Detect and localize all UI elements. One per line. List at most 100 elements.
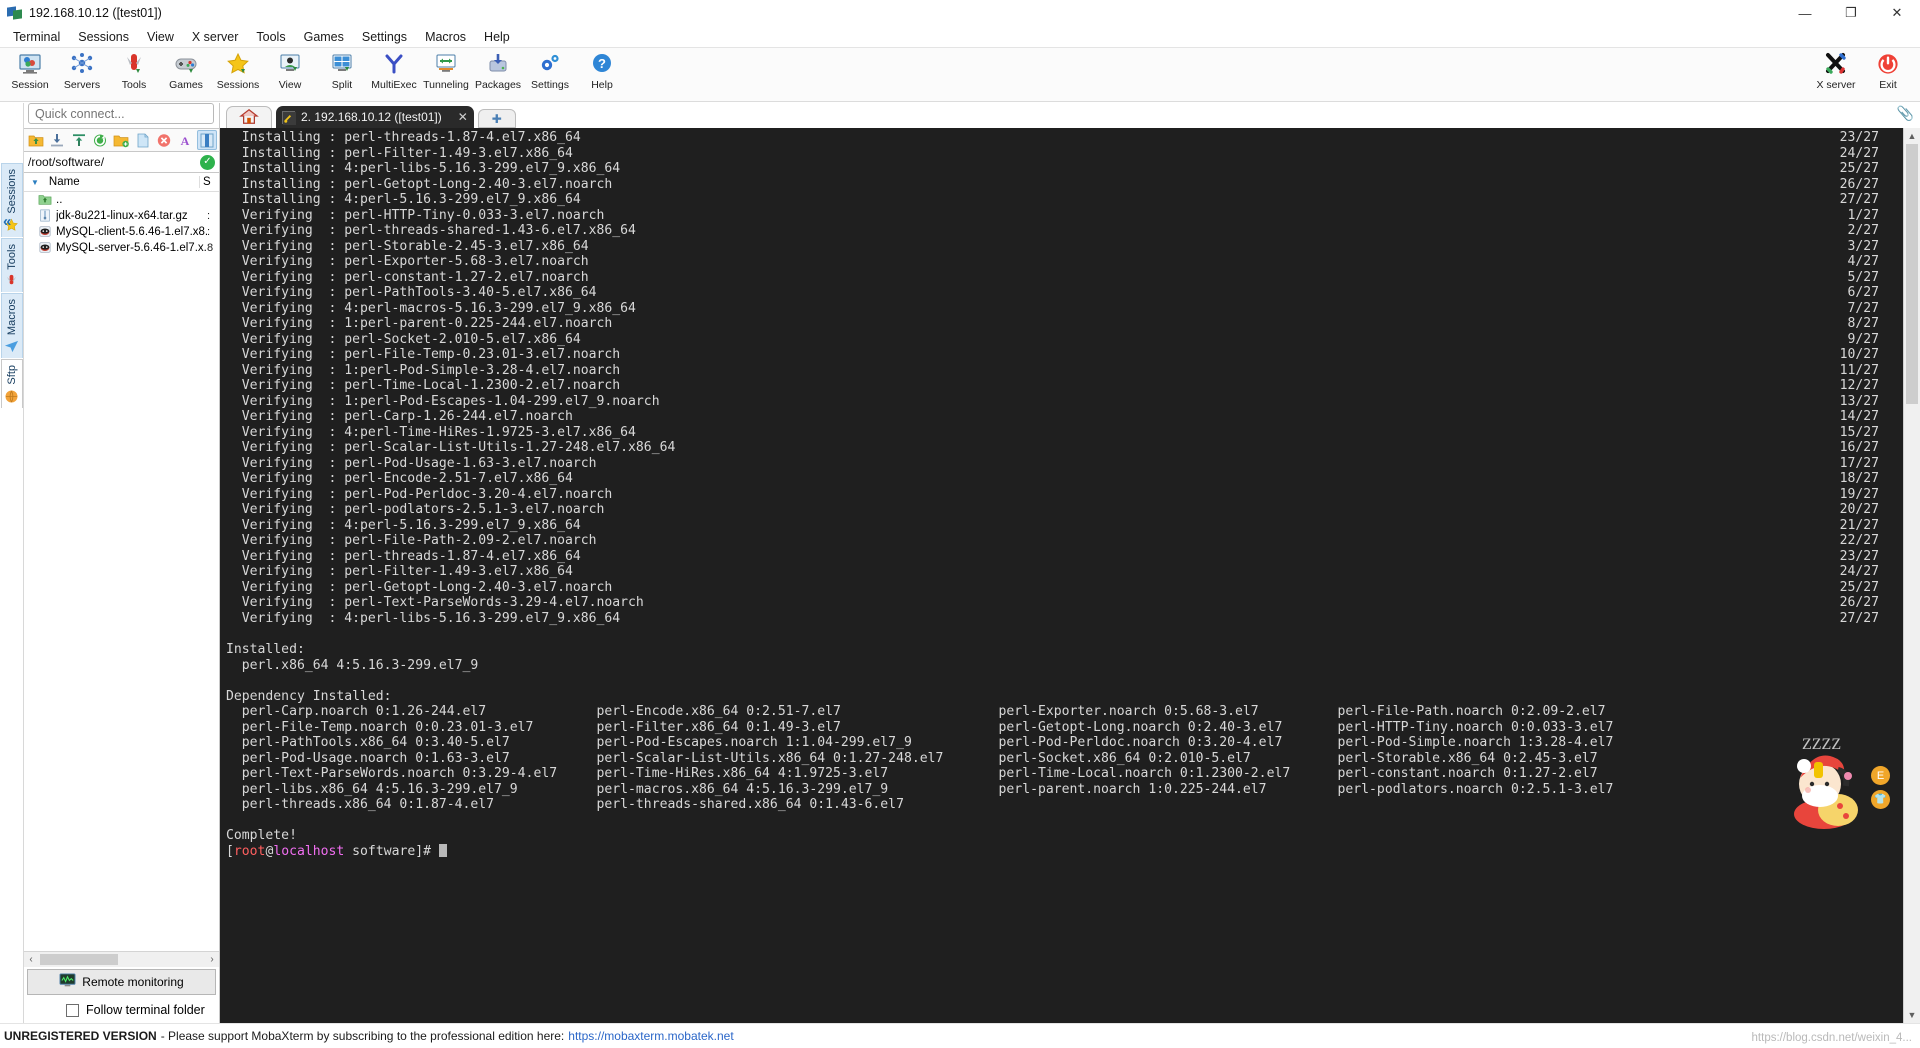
menu-settings[interactable]: Settings <box>353 28 416 46</box>
help-icon: ? <box>589 51 615 77</box>
terminal-line: Verifying : perl-podlators-2.5.1-3.el7.n… <box>226 502 1879 518</box>
menu-sessions[interactable]: Sessions <box>69 28 138 46</box>
toolbar-button-session[interactable]: Session <box>4 48 56 100</box>
maximize-button[interactable]: ❐ <box>1828 0 1874 26</box>
toolbar-button-tunneling[interactable]: Tunneling <box>420 48 472 100</box>
terminal-vertical-scrollbar[interactable]: ▲ ▼ <box>1903 128 1920 1023</box>
terminal-line: Verifying : perl-Exporter-5.68-3.el7.noa… <box>226 254 1879 270</box>
sort-arrow-icon[interactable]: ▼ <box>31 178 39 187</box>
toolbar-button-tools[interactable]: Tools <box>108 48 160 100</box>
toolbar-label: X server <box>1816 79 1856 91</box>
terminal-line: Verifying : 4:perl-Time-HiRes-1.9725-3.e… <box>226 424 1879 440</box>
collapse-sidebar-icon[interactable]: « <box>3 213 11 230</box>
terminal-line: Verifying : perl-threads-1.87-4.el7.x86_… <box>226 548 1879 564</box>
toolbar-button-games[interactable]: Games <box>160 48 212 100</box>
tunneling-icon <box>433 51 459 77</box>
split-icon <box>329 51 355 77</box>
mobaxterm-link[interactable]: https://mobaxterm.mobatek.net <box>568 1029 733 1043</box>
scroll-trough[interactable] <box>38 953 205 966</box>
toolbar-button-exit[interactable]: Exit <box>1862 48 1914 100</box>
toolbar-button-sessions[interactable]: Sessions <box>212 48 264 100</box>
close-icon[interactable]: ✕ <box>458 110 468 124</box>
delete-icon[interactable] <box>154 130 174 150</box>
menu-x-server[interactable]: X server <box>183 28 248 46</box>
scroll-thumb[interactable] <box>40 954 118 965</box>
column-header-size[interactable]: S <box>199 176 219 188</box>
text-edit-icon[interactable]: A <box>175 130 195 150</box>
toolbar-button-help[interactable]: ? Help <box>576 48 628 100</box>
toolbar-button-split[interactable]: Split <box>316 48 368 100</box>
new-file-icon[interactable] <box>133 130 153 150</box>
scroll-right-icon[interactable]: › <box>205 954 219 965</box>
menu-tools[interactable]: Tools <box>247 28 294 46</box>
path-ok-icon: ✓ <box>200 154 215 170</box>
scroll-up-icon[interactable]: ▲ <box>1904 128 1920 144</box>
terminal-line: Verifying : 4:perl-macros-5.16.3-299.el7… <box>226 300 1879 316</box>
quick-connect-input[interactable] <box>28 103 214 124</box>
home-tab-button[interactable] <box>226 106 272 128</box>
sidebar-tab-tools[interactable]: Tools <box>0 237 23 293</box>
view-icon <box>277 51 303 77</box>
list-item[interactable]: .. <box>24 192 219 208</box>
list-item[interactable]: MySQL-client-5.6.46-1.el7.x8... : <box>24 224 219 240</box>
new-folder-icon[interactable] <box>111 130 131 150</box>
sidebar-tab-macros[interactable]: Macros <box>0 293 23 359</box>
menu-help[interactable]: Help <box>475 28 519 46</box>
toolbar-button-servers[interactable]: Servers <box>56 48 108 100</box>
toolbar-button-packages[interactable]: Packages <box>472 48 524 100</box>
terminal-tab-active[interactable]: 2. 192.168.10.12 ([test01]) ✕ <box>276 106 474 128</box>
new-tab-button[interactable]: ✚ <box>477 109 516 128</box>
sidebar-tab-sftp[interactable]: Sftp <box>0 359 23 408</box>
minimize-button[interactable]: — <box>1782 0 1828 26</box>
toolbar-label: Tunneling <box>423 79 469 91</box>
menu-games[interactable]: Games <box>295 28 353 46</box>
menu-terminal[interactable]: Terminal <box>4 28 69 46</box>
paperclip-icon[interactable]: 📎 <box>1897 105 1914 122</box>
menu-view[interactable]: View <box>138 28 183 46</box>
close-button[interactable]: ✕ <box>1874 0 1920 26</box>
download-icon[interactable] <box>47 130 67 150</box>
follow-terminal-folder-checkbox[interactable] <box>66 1003 79 1017</box>
up-folder-icon[interactable] <box>26 130 46 150</box>
terminal-line-count: 23/27 <box>1839 130 1879 145</box>
toggle-panel-icon[interactable] <box>196 130 218 150</box>
scroll-trough[interactable] <box>1904 144 1920 1007</box>
column-header-name[interactable]: Name <box>49 176 199 188</box>
terminal-line-count: 26/27 <box>1839 176 1879 192</box>
power-exit-icon <box>1875 51 1901 77</box>
list-item[interactable]: jdk-8u221-linux-x64.tar.gz : <box>24 208 219 224</box>
scroll-thumb[interactable] <box>1906 144 1918 404</box>
terminal-line-count: 12/27 <box>1839 378 1879 394</box>
sftp-path-bar[interactable]: /root/software/ ✓ <box>24 152 219 173</box>
terminal-tab-icon <box>282 110 296 125</box>
quick-connect-row <box>24 103 219 125</box>
menu-macros[interactable]: Macros <box>416 28 475 46</box>
sidebar-ribbon: « Sessions Tools Macros Sftp <box>0 103 24 1023</box>
terminal-line: perl-PathTools.x86_64 0:3.40-5.el7 perl-… <box>226 735 1614 751</box>
toolbar-button-view[interactable]: View <box>264 48 316 100</box>
file-list-horizontal-scrollbar[interactable]: ‹ › <box>24 951 219 967</box>
terminal-output-area[interactable]: Installing : perl-threads-1.87-4.el7.x86… <box>220 128 1920 1023</box>
terminal-line: Verifying : perl-Pod-Perldoc-3.20-4.el7.… <box>226 486 1879 502</box>
prompt-bracket-close: ]# <box>415 843 432 859</box>
terminal-line-count: 6/27 <box>1847 285 1879 301</box>
scroll-down-icon[interactable]: ▼ <box>1904 1007 1920 1023</box>
terminal-line: perl.x86_64 4:5.16.3-299.el7_9 <box>226 657 479 673</box>
toolbar-button-multiexec[interactable]: MultiExec <box>368 48 420 100</box>
sidebar-tab-label: Tools <box>5 243 18 270</box>
terminal-line: Verifying : 4:perl-libs-5.16.3-299.el7_9… <box>226 610 1879 626</box>
toolbar-button-settings[interactable]: Settings <box>524 48 576 100</box>
terminal-line: Verifying : 1:perl-parent-0.225-244.el7.… <box>226 316 1879 332</box>
terminal-text: Installing : perl-threads-1.87-4.el7.x86… <box>220 128 1903 1023</box>
upload-icon[interactable] <box>69 130 89 150</box>
scroll-left-icon[interactable]: ‹ <box>24 954 38 965</box>
list-item[interactable]: MySQL-server-5.6.46-1.el7.x... 8 <box>24 240 219 256</box>
terminal-tab-strip: 2. 192.168.10.12 ([test01]) ✕ ✚ 📎 <box>220 103 1920 128</box>
terminal-line-count: 2/27 <box>1847 223 1879 239</box>
toolbar-label: View <box>278 79 302 91</box>
toolbar-label: Servers <box>63 79 101 91</box>
remote-monitoring-button[interactable]: Remote monitoring <box>27 969 216 995</box>
refresh-icon[interactable] <box>90 130 110 150</box>
toolbar-button-x-server[interactable]: X server <box>1810 48 1862 100</box>
follow-terminal-folder-row[interactable]: Follow terminal folder <box>24 997 219 1023</box>
